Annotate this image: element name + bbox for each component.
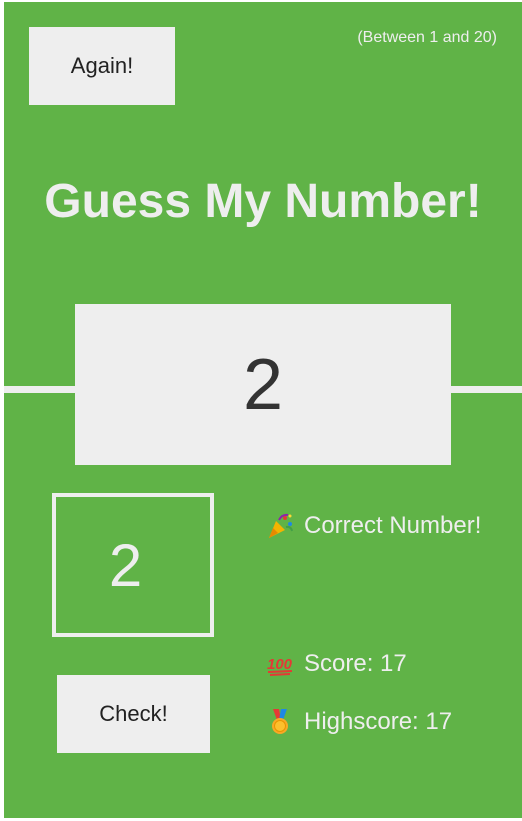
highscore-text: Highscore: 17: [304, 708, 453, 735]
guess-input[interactable]: [52, 493, 214, 637]
check-button[interactable]: Check!: [57, 675, 210, 753]
secret-number-display: 2: [75, 304, 451, 465]
highscore-row: Highscore: 17: [266, 708, 452, 736]
hundred-points-icon: 100: [267, 656, 293, 676]
again-button[interactable]: Again!: [29, 27, 175, 105]
message-text: Correct Number!: [304, 512, 482, 539]
medal-icon: [272, 709, 288, 734]
game-page: Again! (Between 1 and 20) Guess My Numbe…: [4, 2, 522, 818]
score-row: 100 Score: 17: [266, 650, 407, 678]
range-hint: (Between 1 and 20): [357, 29, 497, 46]
score-text: Score: 17: [304, 650, 407, 677]
page-title: Guess My Number!: [44, 175, 482, 228]
party-popper-icon: [269, 513, 293, 538]
message-row: Correct Number!: [266, 512, 481, 540]
